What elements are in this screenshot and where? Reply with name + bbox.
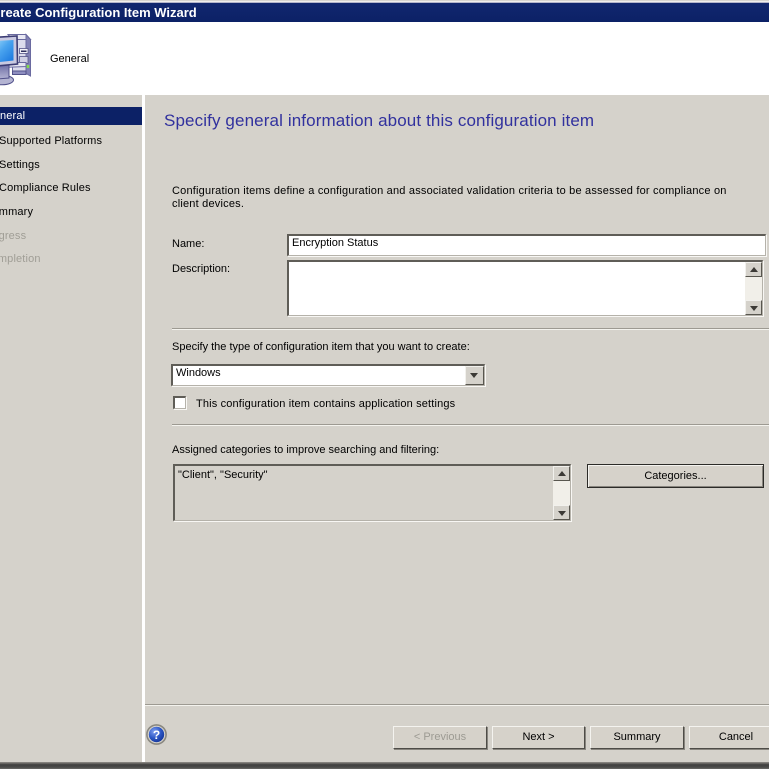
- svg-text:?: ?: [153, 728, 160, 742]
